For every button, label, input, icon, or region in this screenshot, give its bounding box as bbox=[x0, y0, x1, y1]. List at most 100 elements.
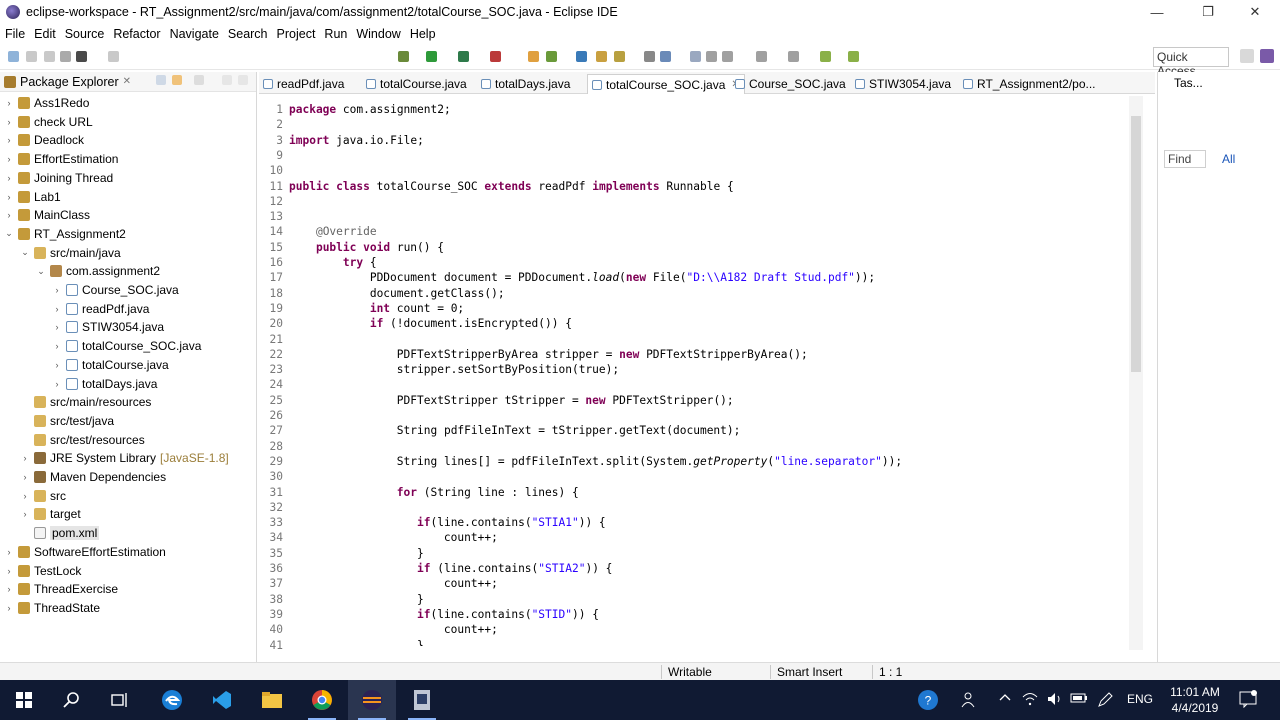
code-line[interactable]: package com.assignment2; bbox=[289, 102, 451, 117]
tree-item[interactable]: › totalCourse_SOC.java bbox=[52, 337, 202, 355]
new-java-project-icon[interactable] bbox=[528, 51, 539, 62]
system-clock[interactable]: 11:01 AM 4/4/2019 bbox=[1160, 684, 1230, 716]
code-line[interactable]: if (line.contains("STIA2")) { bbox=[289, 561, 612, 576]
tree-item[interactable]: › STIW3054.java bbox=[52, 318, 165, 336]
tree-item[interactable]: › ThreadExercise bbox=[4, 580, 119, 598]
code-line[interactable]: count++; bbox=[289, 530, 498, 545]
editor-tab[interactable]: readPdf.java bbox=[263, 74, 344, 94]
skip-breakpoints-icon[interactable] bbox=[60, 51, 71, 62]
code-line[interactable]: for (String line : lines) { bbox=[289, 485, 579, 500]
expand-toggle-icon[interactable]: › bbox=[4, 603, 14, 613]
expand-toggle-icon[interactable]: › bbox=[52, 360, 62, 370]
expand-toggle-icon[interactable]: › bbox=[20, 509, 30, 519]
expand-toggle-icon[interactable]: › bbox=[20, 472, 30, 482]
code-line[interactable]: @Override bbox=[289, 224, 377, 239]
volume-icon[interactable] bbox=[1047, 692, 1063, 709]
expand-toggle-icon[interactable]: › bbox=[4, 117, 14, 127]
java-perspective-icon[interactable] bbox=[1260, 49, 1274, 63]
chrome-icon[interactable] bbox=[298, 680, 346, 720]
expand-toggle-icon[interactable]: › bbox=[4, 154, 14, 164]
editor-tab[interactable]: Course_SOC.java bbox=[735, 74, 846, 94]
vertical-scrollbar[interactable] bbox=[1129, 96, 1143, 650]
editor-tab[interactable]: totalDays.java bbox=[481, 74, 570, 94]
expand-toggle-icon[interactable]: ⌄ bbox=[36, 266, 46, 277]
code-line[interactable]: PDFTextStripper tStripper = new PDFTextS… bbox=[289, 393, 734, 408]
editor-tab[interactable]: RT_Assignment2/po... bbox=[963, 74, 1096, 94]
tree-item[interactable]: › ThreadState bbox=[4, 599, 101, 617]
tree-item[interactable]: › SoftwareEffortEstimation bbox=[4, 543, 166, 561]
code-line[interactable]: } bbox=[289, 592, 424, 607]
minimize-button[interactable]: — bbox=[1134, 0, 1180, 24]
close-button[interactable]: ✕ bbox=[1232, 0, 1278, 24]
code-line[interactable]: PDDocument document = PDDocument.load(ne… bbox=[289, 270, 875, 285]
code-line[interactable]: String lines[] = pdfFileInText.split(Sys… bbox=[289, 454, 902, 469]
code-line[interactable]: if (!document.isEncrypted()) { bbox=[289, 316, 572, 331]
editor-tab[interactable]: STIW3054.java bbox=[855, 74, 951, 94]
expand-toggle-icon[interactable]: › bbox=[4, 210, 14, 220]
scroll-thumb[interactable] bbox=[1131, 116, 1141, 372]
show-hidden-icons-icon[interactable] bbox=[999, 692, 1011, 707]
expand-toggle-icon[interactable]: › bbox=[52, 379, 62, 389]
notifications-icon[interactable] bbox=[1239, 690, 1257, 711]
visual-studio-code-icon[interactable] bbox=[198, 680, 246, 720]
expand-toggle-icon[interactable]: ⌄ bbox=[4, 228, 14, 239]
expand-toggle-icon[interactable]: › bbox=[4, 584, 14, 594]
forward-icon[interactable] bbox=[848, 51, 859, 62]
tree-item[interactable]: › Course_SOC.java bbox=[52, 281, 179, 299]
tree-item[interactable]: › Ass1Redo bbox=[4, 94, 90, 112]
tree-item[interactable]: pom.xml bbox=[20, 524, 100, 542]
menu-edit[interactable]: Edit bbox=[30, 27, 60, 41]
expand-toggle-icon[interactable]: ⌄ bbox=[20, 247, 30, 258]
editor-tab[interactable]: totalCourse_SOC.java✕ bbox=[587, 74, 745, 94]
menu-help[interactable]: Help bbox=[406, 27, 440, 41]
code-line[interactable]: count++; bbox=[289, 622, 498, 637]
code-line[interactable]: count++; bbox=[289, 576, 498, 591]
minimize-view-icon[interactable] bbox=[222, 75, 232, 85]
input-language[interactable]: ENG bbox=[1127, 692, 1153, 706]
expand-toggle-icon[interactable]: › bbox=[52, 322, 62, 332]
code-line[interactable]: public void run() { bbox=[289, 240, 444, 255]
horizontal-scrollbar[interactable] bbox=[289, 646, 1127, 658]
file-explorer-icon[interactable] bbox=[248, 680, 296, 720]
expand-toggle-icon[interactable]: › bbox=[4, 98, 14, 108]
previous-annotation-icon[interactable] bbox=[756, 51, 767, 62]
tree-item[interactable]: › Lab1 bbox=[4, 188, 61, 206]
terminate-icon[interactable] bbox=[76, 51, 87, 62]
menu-source[interactable]: Source bbox=[61, 27, 109, 41]
tree-item[interactable]: › TestLock bbox=[4, 562, 82, 580]
expand-toggle-icon[interactable]: › bbox=[52, 341, 62, 351]
next-annotation-icon[interactable] bbox=[722, 51, 733, 62]
expand-toggle-icon[interactable]: › bbox=[20, 491, 30, 501]
run-icon[interactable] bbox=[426, 51, 437, 62]
tree-item[interactable]: › Deadlock bbox=[4, 131, 85, 149]
code-line[interactable]: PDFTextStripperByArea stripper = new PDF… bbox=[289, 347, 808, 362]
code-line[interactable]: import java.io.File; bbox=[289, 133, 424, 148]
toggle-mark-icon[interactable] bbox=[644, 51, 655, 62]
toggle-block-icon[interactable] bbox=[660, 51, 671, 62]
code-line[interactable]: int count = 0; bbox=[289, 301, 464, 316]
external-tools-icon[interactable] bbox=[490, 51, 501, 62]
open-perspective-icon[interactable] bbox=[1240, 49, 1254, 63]
tree-item[interactable]: › target bbox=[20, 505, 81, 523]
package-explorer-close-icon[interactable]: ✕ bbox=[123, 76, 131, 87]
code-line[interactable]: try { bbox=[289, 255, 377, 270]
tree-item[interactable]: src/test/java bbox=[20, 412, 114, 430]
code-line[interactable]: } bbox=[289, 546, 424, 561]
code-line[interactable]: stripper.setSortByPosition(true); bbox=[289, 362, 619, 377]
expand-toggle-icon[interactable]: › bbox=[52, 304, 62, 314]
search-icon[interactable] bbox=[48, 680, 96, 720]
view-menu-icon[interactable] bbox=[194, 75, 204, 85]
expand-toggle-icon[interactable]: › bbox=[52, 285, 62, 295]
tree-item[interactable]: › EffortEstimation bbox=[4, 150, 119, 168]
tree-item[interactable]: ⌄ src/main/java bbox=[20, 244, 120, 262]
tree-item[interactable]: › totalDays.java bbox=[52, 375, 158, 393]
code-area[interactable]: package com.assignment2; 1 2 import java.io… bbox=[270, 96, 1127, 652]
eclipse-taskbar-icon[interactable] bbox=[348, 680, 396, 720]
maximize-button[interactable]: ❐ bbox=[1185, 0, 1231, 24]
edge-browser-icon[interactable] bbox=[148, 680, 196, 720]
task-find-field[interactable]: Find bbox=[1164, 150, 1206, 168]
open-type-icon[interactable] bbox=[596, 51, 607, 62]
tree-item[interactable]: › JRE System Library [JavaSE-1.8] bbox=[20, 449, 229, 467]
code-line[interactable]: document.getClass(); bbox=[289, 286, 505, 301]
coverage-icon[interactable] bbox=[458, 51, 469, 62]
